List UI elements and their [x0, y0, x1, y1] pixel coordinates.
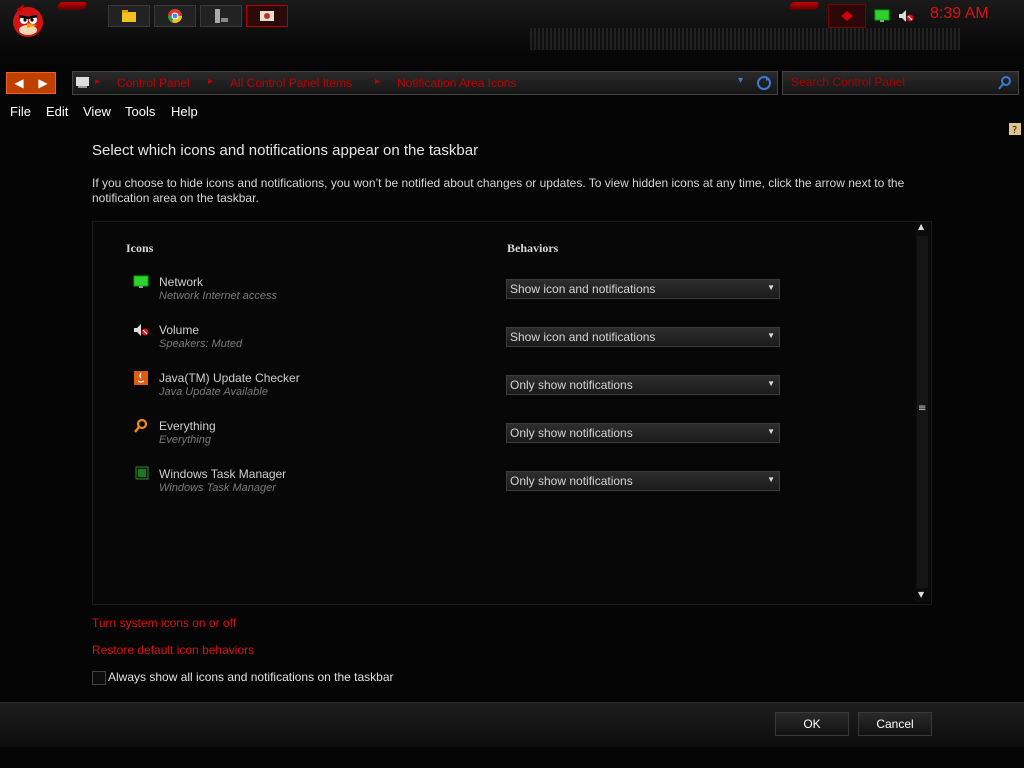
chevron-down-icon: ▼	[767, 283, 775, 292]
grip-icon: ≡	[918, 403, 927, 414]
page-title: Select which icons and notifications app…	[92, 142, 479, 159]
volume-muted-icon[interactable]	[898, 9, 914, 23]
chevron-down-icon: ▼	[767, 475, 775, 484]
help-icon[interactable]: ?	[1008, 122, 1022, 136]
menu-help[interactable]: Help	[171, 104, 198, 119]
control-panel-icon	[260, 11, 274, 21]
row-name: Volume	[159, 323, 200, 337]
chevron-down-icon: ▼	[767, 427, 775, 436]
scroll-down-icon[interactable]: ▼	[918, 590, 924, 599]
restore-defaults-link[interactable]: Restore default icon behaviors	[92, 643, 254, 657]
nav-buttons: ◀ ▶	[6, 72, 56, 94]
row-subtitle: Speakers: Muted	[159, 338, 243, 350]
chevron-down-icon: ▼	[767, 379, 775, 388]
taskbar-texture	[530, 28, 960, 50]
back-button[interactable]: ◀	[7, 73, 31, 93]
scroll-up-icon[interactable]: ▲	[918, 222, 924, 231]
row-name: Windows Task Manager	[159, 467, 287, 481]
ok-button[interactable]: OK	[775, 712, 849, 736]
menu-view[interactable]: View	[83, 104, 111, 119]
taskbar-chrome-button[interactable]	[154, 5, 196, 27]
always-show-label[interactable]: Always show all icons and notifications …	[108, 670, 394, 684]
column-header-icons: Icons	[126, 241, 154, 255]
column-header-behaviors: Behaviors	[507, 241, 559, 255]
breadcrumb-notification-area[interactable]: Notification Area Icons	[397, 76, 516, 90]
taskbar-computer-button[interactable]	[200, 5, 242, 27]
menu-tools[interactable]: Tools	[125, 104, 155, 119]
java-icon	[134, 371, 148, 385]
folder-icon	[122, 10, 136, 22]
breadcrumb-separator: ▸	[95, 76, 101, 87]
volume-muted-icon	[134, 324, 149, 336]
row-subtitle: Windows Task Manager	[159, 482, 276, 494]
network-icon	[133, 275, 149, 288]
chrome-icon	[168, 9, 182, 23]
menu-file[interactable]: File	[10, 104, 31, 119]
behavior-select[interactable]: Show icon and notifications ▼	[506, 327, 780, 347]
search-placeholder: Search Control Panel	[791, 75, 906, 89]
page-description: If you choose to hide icons and notifica…	[92, 176, 905, 205]
taskbar: 8:39 AM	[0, 0, 1024, 58]
taskbar-accent	[56, 2, 88, 10]
computer-icon	[215, 9, 228, 23]
control-panel-icon	[76, 77, 89, 88]
row-subtitle: Everything	[159, 434, 211, 446]
angry-bird-icon	[13, 4, 43, 37]
search-icon	[134, 418, 148, 433]
svg-text:?: ?	[1012, 125, 1017, 136]
menu-edit[interactable]: Edit	[46, 104, 68, 119]
search-icon[interactable]	[997, 75, 1013, 91]
search-input[interactable]: Search Control Panel	[782, 71, 1019, 95]
behavior-select[interactable]: Only show notifications ▼	[506, 375, 780, 395]
chevron-down-icon: ▼	[767, 331, 775, 340]
taskbar-folder-button[interactable]	[108, 5, 150, 27]
breadcrumb-control-panel[interactable]: Control Panel	[117, 76, 190, 90]
clock[interactable]: 8:39 AM	[930, 5, 989, 23]
address-dropdown-icon[interactable]: ▾	[738, 75, 743, 86]
row-name: Everything	[159, 419, 216, 433]
behavior-select[interactable]: Show icon and notifications ▼	[506, 279, 780, 299]
cancel-button[interactable]: Cancel	[858, 712, 932, 736]
row-name: Java(TM) Update Checker	[159, 371, 300, 385]
breadcrumb-separator: ▸	[208, 76, 214, 87]
row-subtitle: Java Update Available	[159, 386, 268, 398]
taskbar-tray-button[interactable]	[828, 4, 866, 28]
turn-system-icons-link[interactable]: Turn system icons on or off	[92, 616, 236, 630]
always-show-checkbox[interactable]	[92, 671, 106, 685]
breadcrumb-all-items[interactable]: All Control Panel Items	[230, 76, 352, 90]
behavior-select[interactable]: Only show notifications ▼	[506, 471, 780, 491]
taskbar-accent	[788, 2, 820, 10]
row-name: Network	[159, 275, 204, 289]
start-button[interactable]	[8, 0, 48, 40]
vertical-scrollbar[interactable]: ▲ ≡ ▼	[915, 222, 930, 602]
refresh-icon[interactable]	[756, 75, 772, 91]
address-bar[interactable]: ▸ Control Panel ▸ All Control Panel Item…	[72, 71, 778, 95]
behavior-select[interactable]: Only show notifications ▼	[506, 423, 780, 443]
task-manager-icon	[135, 466, 149, 480]
tray-chevron-icon	[841, 11, 853, 21]
taskbar-control-panel-button[interactable]	[246, 5, 288, 27]
forward-button[interactable]: ▶	[31, 73, 55, 93]
network-icon[interactable]	[874, 9, 890, 23]
row-subtitle: Network Internet access	[159, 290, 277, 302]
breadcrumb-separator: ▸	[375, 76, 381, 87]
